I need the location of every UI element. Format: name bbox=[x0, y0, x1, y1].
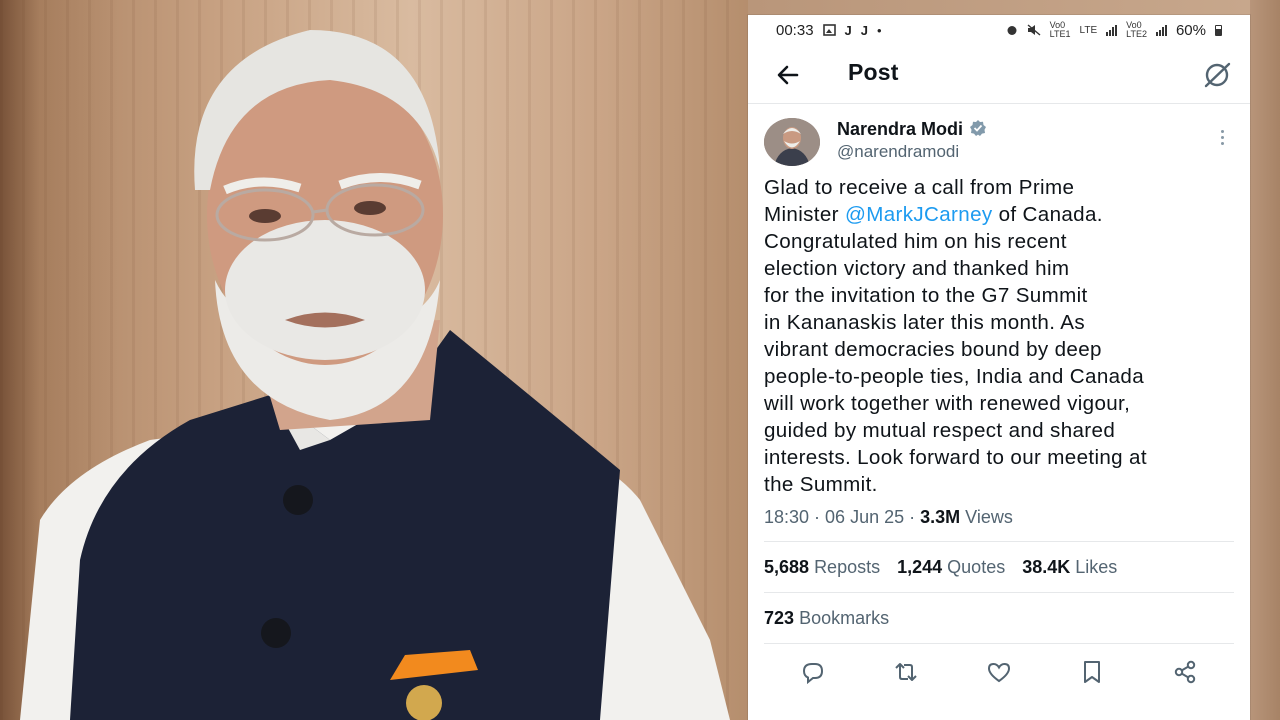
post-text-body: Congratulated him on his recent election… bbox=[764, 230, 1147, 496]
network-1-label: Vo0 LTE1 bbox=[1049, 20, 1071, 39]
post-text-line-2-post: of Canada. bbox=[992, 203, 1103, 226]
bookmarks-stat[interactable]: 723 Bookmarks bbox=[764, 608, 889, 629]
post-time[interactable]: 18:30 bbox=[764, 507, 809, 527]
post-date[interactable]: 06 Jun 25 bbox=[825, 507, 904, 527]
likes-count: 38.4K bbox=[1022, 556, 1071, 577]
share-icon[interactable] bbox=[1171, 658, 1199, 686]
post-text-line-1: Glad to receive a call from Prime bbox=[764, 176, 1075, 199]
signal-icon bbox=[1106, 24, 1118, 36]
reposts-count: 5,688 bbox=[764, 556, 810, 577]
author-name[interactable]: Narendra Modi bbox=[837, 119, 963, 139]
back-arrow-icon[interactable] bbox=[774, 61, 802, 89]
network-2-label: Vo0 LTE2 bbox=[1126, 20, 1147, 39]
repost-icon[interactable] bbox=[892, 658, 920, 686]
status-bar: 00:33 J J • Vo0 LTE1 LTE Vo0 LTE2 60% bbox=[748, 15, 1250, 45]
bookmarks-count: 723 bbox=[764, 607, 795, 628]
quotes-stat[interactable]: 1,244 Quotes bbox=[897, 557, 1005, 578]
page-title: Post bbox=[848, 59, 899, 85]
like-icon[interactable] bbox=[985, 658, 1013, 686]
gallery-icon bbox=[822, 24, 836, 36]
alarm-icon bbox=[1007, 26, 1017, 35]
bookmark-icon[interactable] bbox=[1078, 658, 1106, 686]
reposts-label: Reposts bbox=[814, 556, 881, 577]
j-icon: J bbox=[844, 22, 852, 38]
likes-stat[interactable]: 38.4K Likes bbox=[1022, 557, 1117, 578]
quotes-count: 1,244 bbox=[897, 556, 943, 577]
action-bar bbox=[748, 644, 1250, 700]
reply-icon[interactable] bbox=[799, 658, 827, 686]
views-label: Views bbox=[965, 507, 1013, 527]
avatar[interactable] bbox=[764, 118, 820, 166]
likes-label: Likes bbox=[1075, 556, 1118, 577]
post-meta: 18:30 · 06 Jun 25 · 3.3M Views bbox=[764, 507, 1013, 527]
grok-icon[interactable] bbox=[1202, 60, 1232, 90]
post-author: Narendra Modi @narendramodi bbox=[748, 104, 1250, 170]
person-photo bbox=[20, 30, 730, 720]
reposts-stat[interactable]: 5,688 Reposts bbox=[764, 557, 880, 578]
mute-icon bbox=[1027, 24, 1041, 36]
lte-label: LTE bbox=[1079, 24, 1098, 36]
engagement-stats: 5,688 Reposts 1,244 Quotes 38.4K Likes bbox=[748, 542, 1250, 592]
post-text-line-2-pre: Minister bbox=[764, 203, 845, 226]
signal-icon bbox=[1155, 24, 1167, 36]
photo-background bbox=[0, 0, 748, 720]
verified-badge-icon bbox=[970, 120, 987, 136]
photo-background-top bbox=[748, 0, 1280, 15]
bookmarks-label: Bookmarks bbox=[799, 607, 890, 628]
post-header: Post bbox=[748, 45, 1250, 104]
status-time: 00:33 bbox=[776, 21, 814, 39]
post-screenshot: 00:33 J J • Vo0 LTE1 LTE Vo0 LTE2 60% Po… bbox=[748, 15, 1250, 720]
dot-icon: • bbox=[877, 22, 882, 38]
quotes-label: Quotes bbox=[947, 556, 1006, 577]
battery-icon bbox=[1215, 24, 1222, 36]
post-text: Glad to receive a call from Prime Minist… bbox=[748, 170, 1250, 498]
bookmark-stats: 723 Bookmarks bbox=[748, 593, 1250, 643]
photo-background-right bbox=[1250, 0, 1280, 720]
mention-link[interactable]: @MarkJCarney bbox=[845, 203, 993, 226]
j-icon: J bbox=[860, 22, 869, 38]
views-count: 3.3M bbox=[920, 507, 961, 527]
author-handle[interactable]: @narendramodi bbox=[837, 142, 959, 162]
battery-percent: 60% bbox=[1175, 21, 1206, 39]
more-options-icon[interactable] bbox=[1220, 130, 1226, 148]
